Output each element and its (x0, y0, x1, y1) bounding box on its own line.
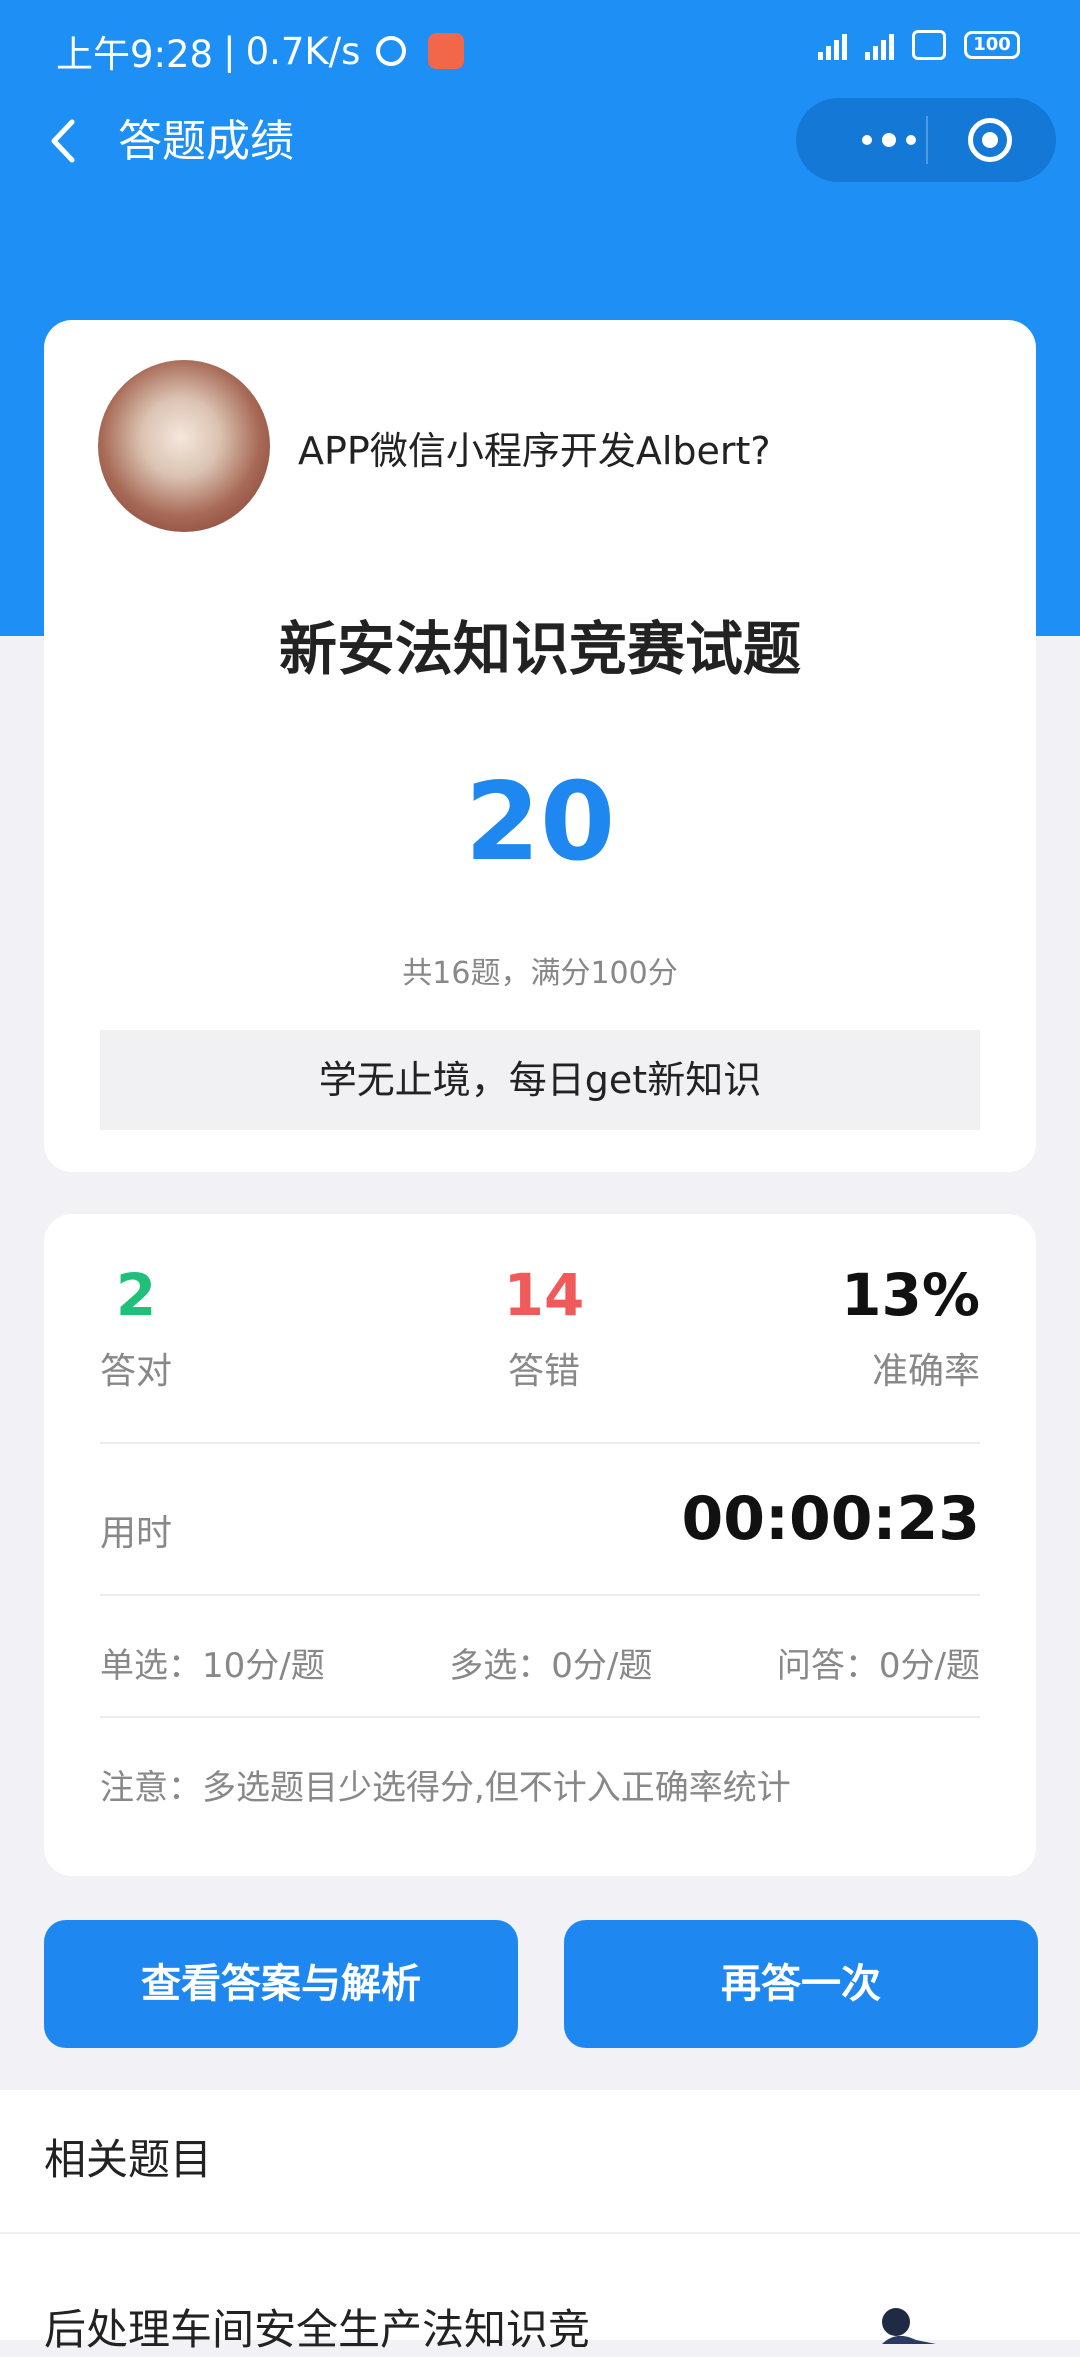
wrong-label: 答错 (507, 1351, 580, 1392)
accuracy-label: 准确率 (871, 1351, 980, 1392)
page-title: 答题成绩 (118, 116, 294, 167)
divider (100, 1442, 980, 1444)
divider (100, 1716, 980, 1718)
related-item-title[interactable]: 后处理车间安全生产法知识竞 (44, 2296, 590, 2357)
quiz-title: 新安法知识竞赛试题 (278, 615, 801, 683)
rule-single: 单选：10分/题 (100, 1646, 325, 1686)
correct-count: 2 (115, 1261, 157, 1329)
rule-qa: 问答：0分/题 (776, 1646, 980, 1686)
related-title: 相关题目 (44, 2135, 213, 2184)
status-right: 100 (818, 30, 1020, 60)
signal-icon (818, 30, 847, 60)
time-label: 用时 (100, 1513, 173, 1554)
stat-correct: 2 答对 (100, 1260, 172, 1394)
related-item-thumbnail (882, 2308, 936, 2344)
mini-program-capsule (796, 98, 1056, 182)
scoring-note: 注意：多选题目少选得分,但不计入正确率统计 (100, 1768, 791, 1808)
alarm-icon (376, 36, 407, 66)
stat-wrong: 14 答错 (484, 1260, 604, 1394)
view-answers-button[interactable]: 查看答案与解析 (44, 1920, 518, 2048)
status-time: 上午9:28 (56, 33, 214, 76)
back-icon[interactable] (42, 118, 88, 164)
status-bar: 上午9:28 | 0.7K/s 100 (0, 0, 1080, 96)
scoring-rules: 单选：10分/题 多选：0分/题 问答：0分/题 (100, 1638, 980, 1687)
wrong-count: 14 (503, 1261, 585, 1329)
related-section: 相关题目 后处理车间安全生产法知识竞 (0, 2090, 1080, 2354)
stat-accuracy: 13% 准确率 (841, 1260, 980, 1394)
avatar (98, 360, 270, 532)
correct-label: 答对 (100, 1351, 173, 1392)
app-notification-icon (428, 33, 465, 69)
retry-button[interactable]: 再答一次 (564, 1920, 1038, 2048)
signal-icon-2 (865, 30, 894, 60)
motto-banner: 学无止境，每日get新知识 (100, 1030, 980, 1130)
battery-icon: 100 (964, 31, 1020, 59)
close-miniprogram-icon[interactable] (968, 118, 1012, 162)
divider (100, 1594, 980, 1596)
score-card: APP微信小程序开发Albert? 新安法知识竞赛试题 20 共16题，满分10… (44, 320, 1036, 1172)
divider (0, 2232, 1080, 2234)
username: APP微信小程序开发Albert? (298, 429, 771, 473)
accuracy-value: 13% (841, 1261, 980, 1329)
nav-bar: 答题成绩 (0, 96, 1080, 188)
time-value: 00:00:23 (681, 1484, 980, 1554)
score-value: 20 (464, 760, 616, 885)
network-speed: 0.7K/s (245, 29, 361, 73)
stats-card: 2 答对 14 答错 13% 准确率 用时 00:00:23 单选：10分/题 … (44, 1214, 1036, 1876)
quiz-summary: 共16题，满分100分 (402, 956, 678, 991)
wifi-icon (912, 30, 946, 60)
status-left: 上午9:28 | 0.7K/s (56, 24, 465, 78)
rule-multiple: 多选：0分/题 (449, 1646, 653, 1686)
